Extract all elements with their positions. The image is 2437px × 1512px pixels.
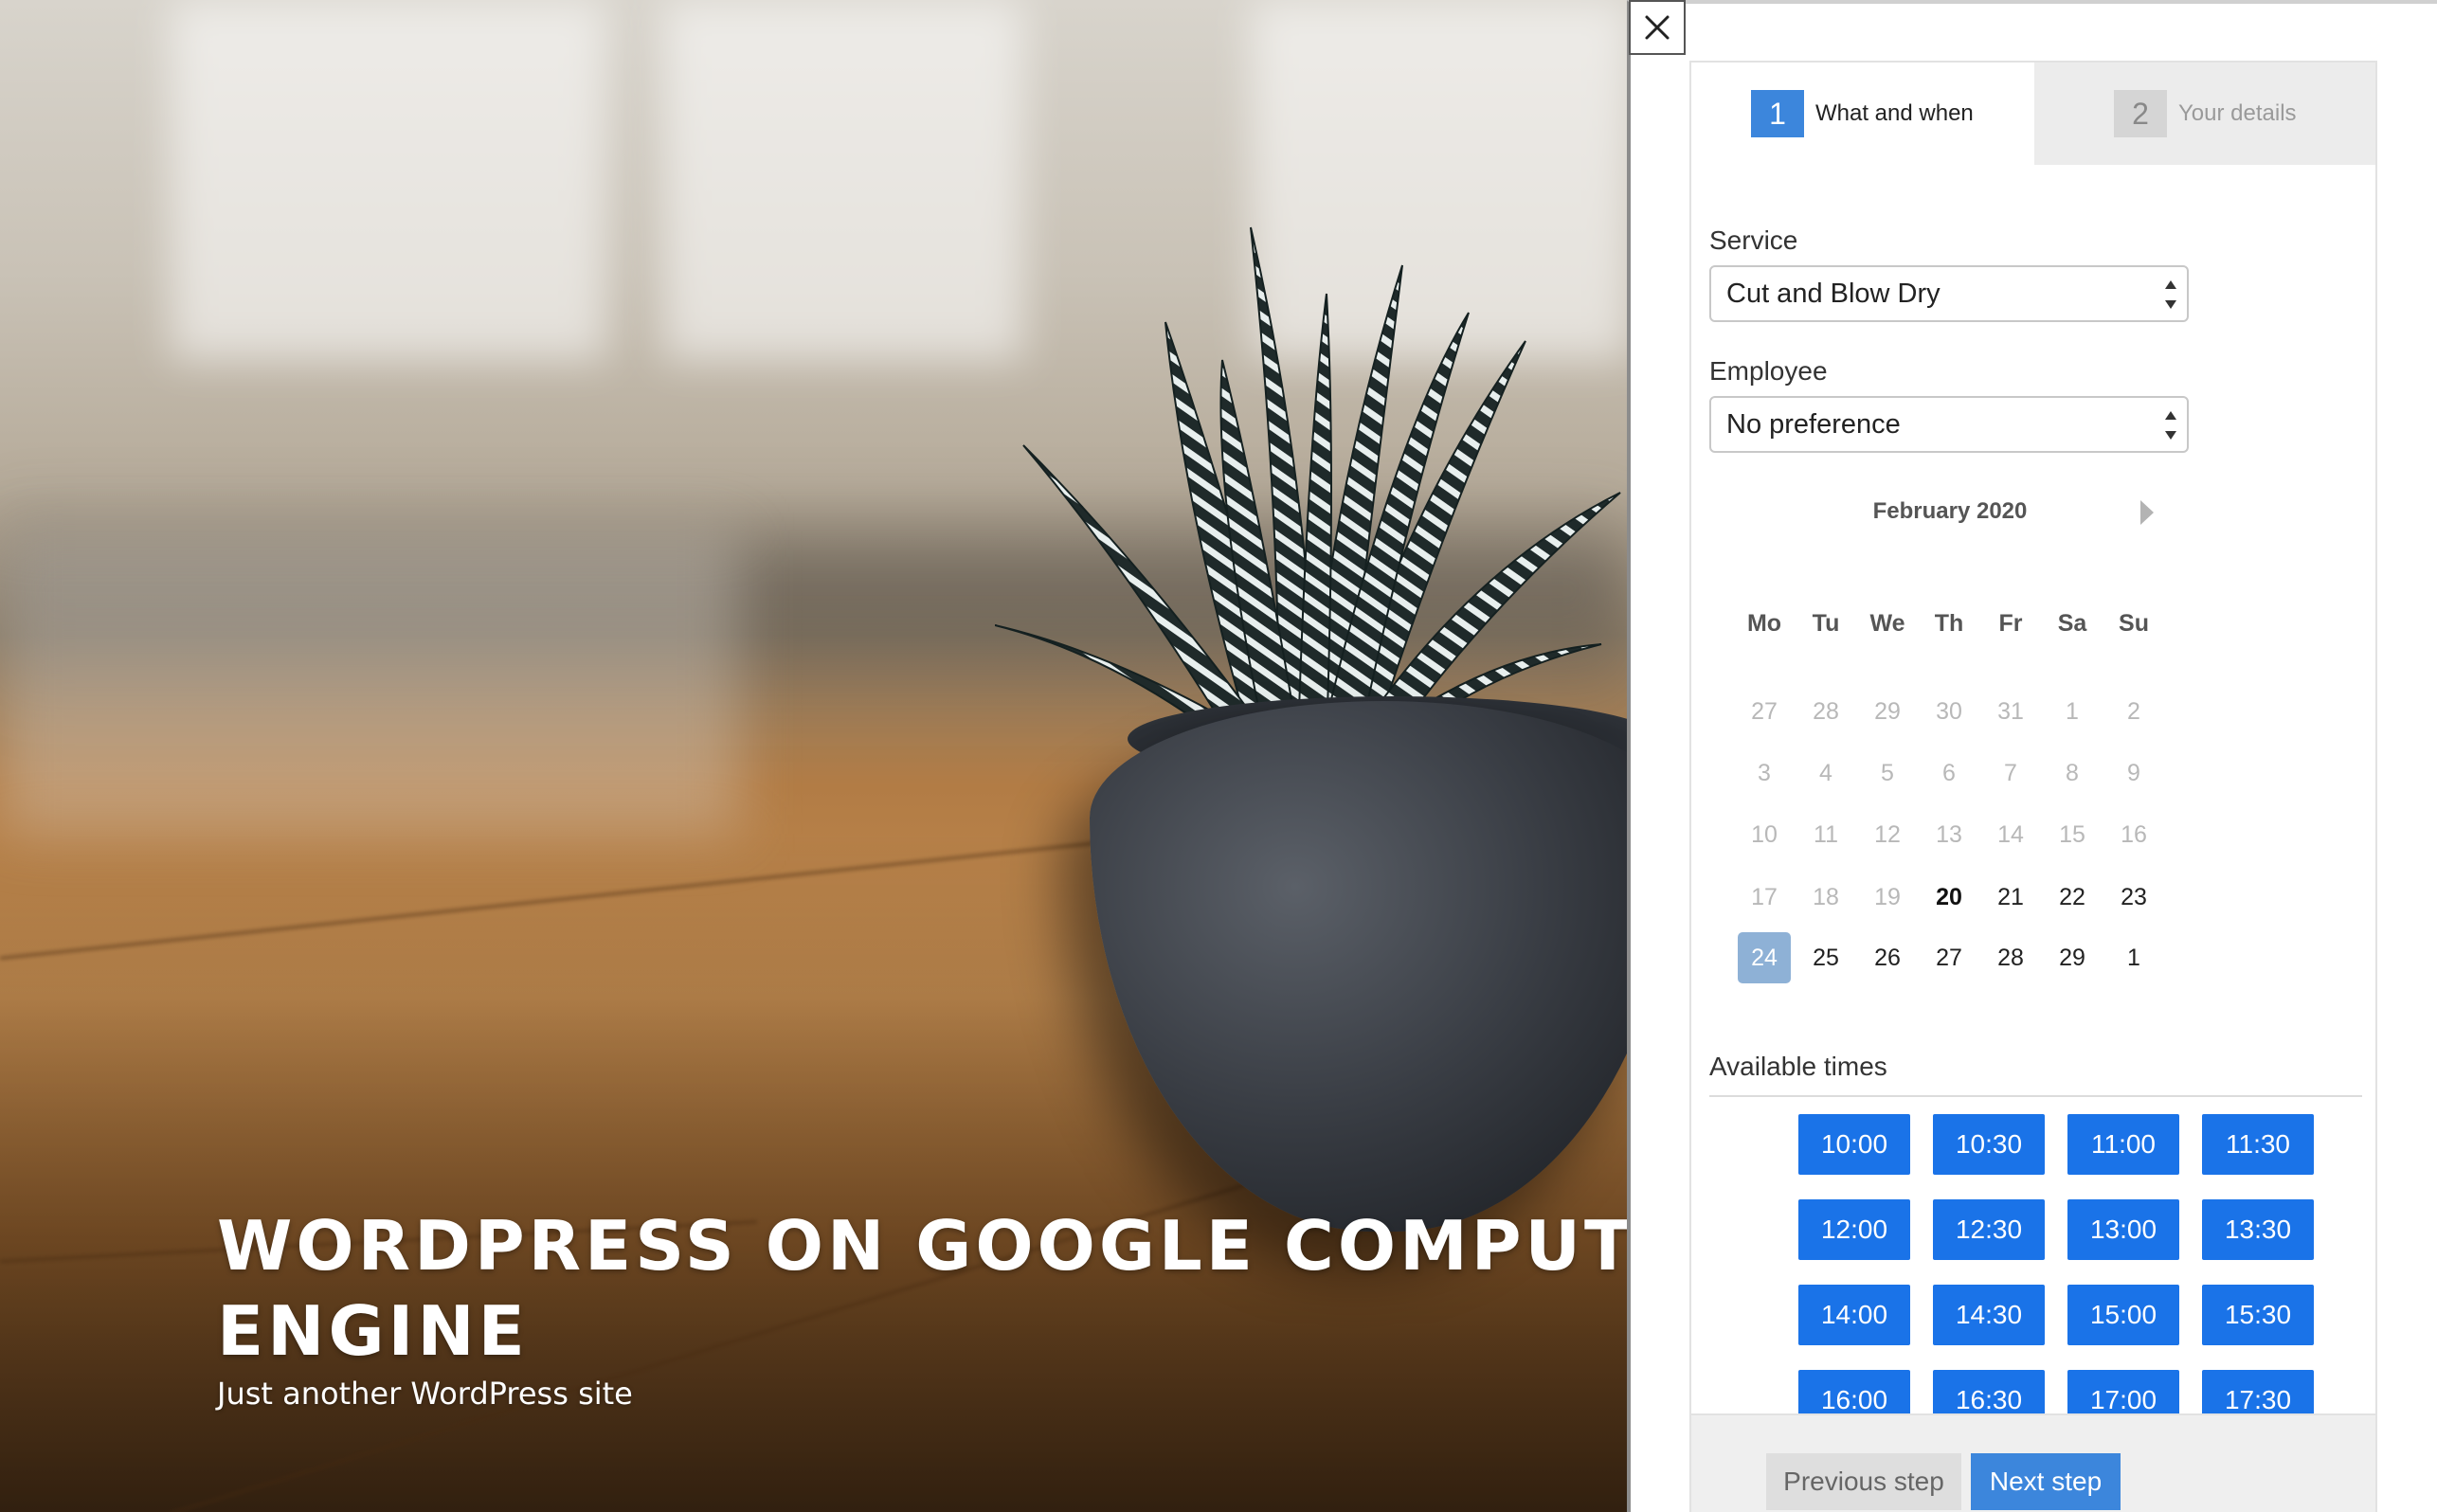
step-number: 2 [2114, 90, 2167, 137]
calendar-day: 30 [1936, 698, 1962, 725]
time-slot-button[interactable]: 13:30 [2202, 1199, 2314, 1260]
time-slot-button[interactable]: 12:30 [1933, 1199, 2045, 1260]
calendar-day[interactable]: 26 [1861, 932, 1914, 983]
tab-your-details[interactable]: 2 Your details [2034, 63, 2375, 165]
calendar-day[interactable]: 23 [2107, 872, 2160, 923]
weekday-header: Sa [2057, 610, 2087, 637]
calendar-day[interactable]: 20 [1923, 872, 1976, 923]
time-slot-button[interactable]: 13:00 [2067, 1199, 2179, 1260]
background-window [663, 0, 1023, 360]
table-plank-line [0, 828, 1226, 960]
employee-value: No preference [1726, 408, 1901, 440]
calendar-day: 12 [1874, 821, 1901, 848]
background-window [171, 0, 606, 360]
weekday-header: Su [2119, 610, 2149, 637]
select-arrows-icon [2164, 411, 2177, 440]
step-label: What and when [1815, 100, 1974, 126]
site-tagline: Just another WordPress site [217, 1376, 633, 1412]
previous-step-button[interactable]: Previous step [1766, 1453, 1961, 1510]
calendar-day: 28 [1813, 698, 1839, 725]
weekday-header: Fr [1998, 610, 2023, 637]
calendar-day: 31 [1997, 698, 2024, 725]
calendar-day: 17 [1751, 884, 1778, 910]
calendar-day: 9 [2127, 760, 2140, 786]
calendar-day: 18 [1813, 884, 1839, 910]
employee-select[interactable]: No preference [1709, 396, 2189, 453]
weekday-header: We [1869, 610, 1905, 637]
divider [1709, 1095, 2362, 1097]
calendar-day[interactable]: 21 [1984, 872, 2037, 923]
calendar-day[interactable]: 28 [1984, 932, 2037, 983]
select-arrows-icon [2164, 280, 2177, 309]
calendar-month: February 2020 [1872, 498, 2028, 524]
time-slot-button[interactable]: 14:30 [1933, 1285, 2045, 1345]
available-times-label: Available times [1709, 1052, 1887, 1081]
plant-illustration [995, 226, 1621, 740]
calendar-day: 14 [1997, 821, 2024, 848]
step-label: Your details [2178, 100, 2297, 126]
tab-what-and-when[interactable]: 1 What and when [1691, 63, 2034, 165]
site-title[interactable]: WORDPRESS ON GOOGLE COMPUTE ENGINE [217, 1203, 1627, 1374]
calendar-day: 8 [2066, 760, 2079, 786]
time-slot-button[interactable]: 10:00 [1798, 1114, 1910, 1175]
time-slot-button[interactable]: 10:30 [1933, 1114, 2045, 1175]
wizard-footer: Previous step Next step [1691, 1413, 2375, 1512]
background-counter [0, 531, 739, 834]
weekday-header: Th [1934, 610, 1964, 637]
next-month-icon[interactable] [2140, 500, 2154, 525]
employee-label: Employee [1709, 356, 1828, 386]
booking-wizard: 1 What and when 2 Your details Service C… [1689, 61, 2377, 1512]
close-icon [1645, 15, 1670, 40]
step-tabs: 1 What and when 2 Your details [1691, 63, 2375, 165]
calendar-day: 11 [1814, 821, 1838, 848]
step-number: 1 [1751, 90, 1804, 137]
calendar-day: 19 [1874, 884, 1901, 910]
calendar-day: 3 [1758, 760, 1771, 786]
calendar-day: 7 [2004, 760, 2017, 786]
plant-pot [1090, 701, 1627, 1232]
calendar-day: 13 [1936, 821, 1962, 848]
time-slot-button[interactable]: 15:30 [2202, 1285, 2314, 1345]
calendar-day[interactable]: 25 [1799, 932, 1852, 983]
next-step-button[interactable]: Next step [1971, 1453, 2121, 1510]
calendar-day[interactable]: 24 [1738, 932, 1791, 983]
calendar-day: 6 [1942, 760, 1956, 786]
service-select[interactable]: Cut and Blow Dry [1709, 265, 2189, 322]
time-slot-button[interactable]: 12:00 [1798, 1199, 1910, 1260]
calendar-day: 15 [2059, 821, 2085, 848]
time-slot-button[interactable]: 14:00 [1798, 1285, 1910, 1345]
calendar-day[interactable]: 29 [2046, 932, 2099, 983]
calendar-day: 5 [1881, 760, 1894, 786]
calendar-day: 29 [1874, 698, 1901, 725]
weekday-header: Tu [1812, 610, 1840, 637]
time-slot-button[interactable]: 11:00 [2067, 1114, 2179, 1175]
service-value: Cut and Blow Dry [1726, 278, 1941, 309]
calendar-day: 2 [2127, 698, 2140, 725]
calendar-day[interactable]: 1 [2107, 932, 2160, 983]
calendar-day: 1 [2066, 698, 2079, 725]
calendar-day: 27 [1751, 698, 1778, 725]
hero-image: WORDPRESS ON GOOGLE COMPUTE ENGINE Just … [0, 0, 1627, 1512]
time-slot-button[interactable]: 11:30 [2202, 1114, 2314, 1175]
calendar-day[interactable]: 27 [1923, 932, 1976, 983]
service-label: Service [1709, 225, 1798, 255]
time-slot-button[interactable]: 15:00 [2067, 1285, 2179, 1345]
calendar-day: 10 [1751, 821, 1778, 848]
calendar-day: 4 [1819, 760, 1832, 786]
calendar-day: 16 [2121, 821, 2147, 848]
calendar-day[interactable]: 22 [2046, 872, 2099, 923]
weekday-header: Mo [1746, 610, 1782, 637]
close-button[interactable] [1629, 0, 1686, 55]
